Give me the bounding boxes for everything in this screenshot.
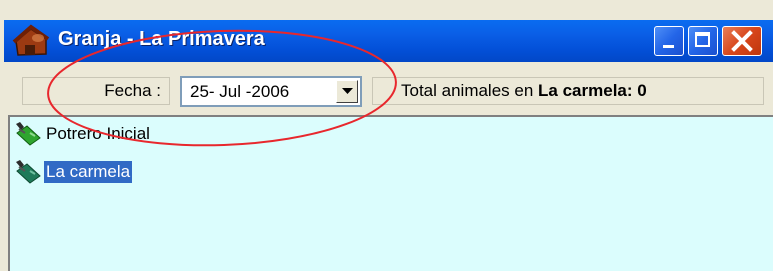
window-title: Granja - La Primavera	[58, 28, 265, 50]
fecha-label: Fecha :	[22, 77, 170, 105]
close-button[interactable]	[722, 26, 762, 56]
tree-item-label: La carmela	[44, 161, 133, 183]
minimize-icon	[663, 45, 674, 48]
maximize-icon	[695, 32, 710, 47]
minimize-button[interactable]	[654, 26, 684, 56]
total-value: La carmela: 0	[538, 81, 647, 100]
total-prefix: Total animales en	[401, 81, 539, 100]
farm-house-icon	[12, 24, 50, 56]
app-window: Granja - La Primavera Fecha : 25- Jul -2…	[0, 0, 773, 271]
pasture-icon	[16, 160, 41, 184]
chevron-down-icon	[342, 88, 353, 94]
tree-item-label: Potrero Inicial	[46, 124, 150, 143]
close-icon	[731, 30, 753, 52]
toolbar: Fecha : 25- Jul -2006 Total animales en …	[8, 67, 766, 107]
date-picker[interactable]: 25- Jul -2006	[180, 76, 362, 107]
date-value[interactable]: 25- Jul -2006	[190, 81, 289, 103]
total-animals-panel: Total animales en La carmela: 0	[372, 77, 764, 105]
date-dropdown-button[interactable]	[336, 80, 358, 103]
title-bar[interactable]: Granja - La Primavera	[4, 20, 773, 62]
pasture-icon	[16, 122, 41, 146]
pasture-tree[interactable]: Potrero Inicial La carmela	[8, 115, 773, 271]
maximize-button[interactable]	[688, 26, 718, 56]
